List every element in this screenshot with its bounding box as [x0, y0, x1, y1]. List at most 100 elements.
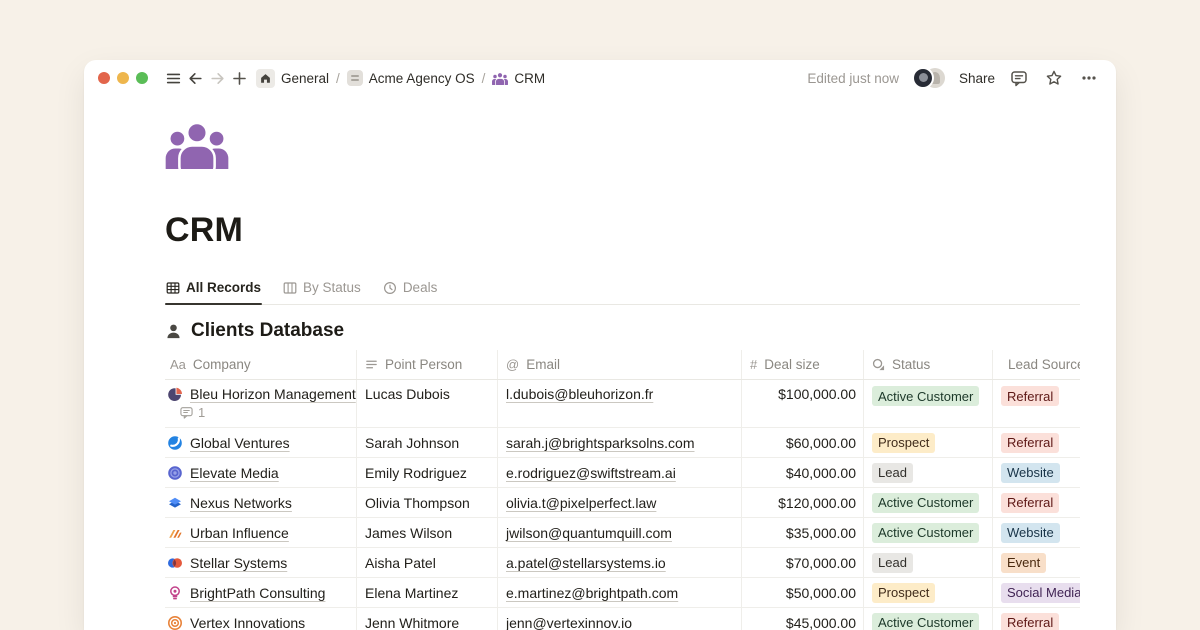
company-name[interactable]: Elevate Media	[190, 465, 279, 481]
traffic-lights	[98, 72, 148, 84]
lead-source-chip[interactable]: Website	[1001, 523, 1060, 543]
column-header-lead-source[interactable]: Lead Source	[993, 350, 1080, 379]
notion-window: General / Acme Agency OS / CRM Edited	[84, 60, 1116, 630]
table-row[interactable]: Global Ventures Sarah Johnson sarah.j@br…	[165, 428, 1080, 458]
forward-button[interactable]	[206, 67, 228, 89]
deal-size-cell[interactable]: $45,000.00	[742, 608, 864, 630]
at-icon: @	[506, 357, 519, 372]
point-person-cell[interactable]: Jenn Whitmore	[357, 608, 498, 630]
tab-all-records[interactable]: All Records	[165, 274, 262, 304]
company-name[interactable]: Global Ventures	[190, 435, 290, 451]
zoom-button[interactable]	[136, 72, 148, 84]
status-chip[interactable]: Prospect	[872, 583, 935, 603]
status-chip[interactable]: Active Customer	[872, 523, 979, 543]
lead-source-chip[interactable]: Social Media	[1001, 583, 1080, 603]
deal-size-cell[interactable]: $100,000.00	[742, 380, 864, 427]
column-header-point-person[interactable]: Point Person	[357, 350, 498, 379]
database-title[interactable]: Clients Database	[165, 320, 1080, 342]
point-person-cell[interactable]: Aisha Patel	[357, 548, 498, 577]
collaborator-avatars[interactable]	[912, 67, 946, 89]
layers-logo	[167, 495, 183, 511]
sidebar-toggle-button[interactable]	[162, 67, 184, 89]
number-icon: #	[750, 357, 757, 372]
column-header-deal-size[interactable]: # Deal size	[742, 350, 864, 379]
email-cell[interactable]: e.martinez@brightpath.com	[506, 585, 678, 601]
view-tabs: All Records By Status Deals	[165, 274, 1080, 305]
breadcrumb-item-page[interactable]: CRM	[514, 71, 545, 86]
breadcrumb-separator: /	[481, 71, 487, 86]
email-cell[interactable]: l.dubois@bleuhorizon.fr	[506, 386, 653, 402]
deal-size-cell[interactable]: $120,000.00	[742, 488, 864, 517]
lead-source-chip[interactable]: Event	[1001, 553, 1046, 573]
point-person-cell[interactable]: Elena Martinez	[357, 578, 498, 607]
email-cell[interactable]: olivia.t@pixelperfect.law	[506, 495, 656, 511]
page-title[interactable]: CRM	[165, 211, 1080, 250]
topbar-actions: Edited just now Share	[807, 67, 1100, 89]
target-logo	[167, 615, 183, 630]
status-chip[interactable]: Active Customer	[872, 386, 979, 406]
deal-size-cell[interactable]: $40,000.00	[742, 458, 864, 487]
comment-count[interactable]: 1	[180, 405, 205, 420]
lead-source-chip[interactable]: Referral	[1001, 613, 1059, 630]
company-name[interactable]: BrightPath Consulting	[190, 585, 325, 601]
company-name[interactable]: Nexus Networks	[190, 495, 292, 511]
status-chip[interactable]: Active Customer	[872, 613, 979, 630]
point-person-cell[interactable]: James Wilson	[357, 518, 498, 547]
email-cell[interactable]: e.rodriguez@swiftstream.ai	[506, 465, 676, 481]
table-row[interactable]: Urban Influence James Wilson jwilson@qua…	[165, 518, 1080, 548]
favorite-star-icon[interactable]	[1043, 67, 1065, 89]
home-icon[interactable]	[256, 69, 275, 88]
deal-size-cell[interactable]: $60,000.00	[742, 428, 864, 457]
table-row[interactable]: Nexus Networks Olivia Thompson olivia.t@…	[165, 488, 1080, 518]
share-button[interactable]: Share	[959, 71, 995, 86]
comment-icon	[180, 406, 193, 419]
comments-icon[interactable]	[1008, 67, 1030, 89]
email-cell[interactable]: jwilson@quantumquill.com	[506, 525, 672, 541]
lead-source-chip[interactable]: Referral	[1001, 433, 1059, 453]
back-button[interactable]	[184, 67, 206, 89]
minimize-button[interactable]	[117, 72, 129, 84]
breadcrumb-item-general[interactable]: General	[281, 71, 329, 86]
lead-source-chip[interactable]: Referral	[1001, 386, 1059, 406]
column-header-company[interactable]: Aa Company	[165, 350, 357, 379]
table-row[interactable]: Vertex Innovations Jenn Whitmore jenn@ve…	[165, 608, 1080, 630]
edited-status: Edited just now	[807, 71, 899, 86]
email-cell[interactable]: jenn@vertexinnov.io	[506, 615, 632, 630]
lead-source-chip[interactable]: Website	[1001, 463, 1060, 483]
table-header: Aa Company Point Person @ Email # Deal s…	[165, 350, 1080, 380]
table-row[interactable]: Stellar Systems Aisha Patel a.patel@stel…	[165, 548, 1080, 578]
table-row[interactable]: Bleu Horizon Management 1 Lucas Dubois l…	[165, 380, 1080, 428]
status-chip[interactable]: Lead	[872, 553, 913, 573]
deal-size-cell[interactable]: $70,000.00	[742, 548, 864, 577]
tab-by-status[interactable]: By Status	[282, 274, 362, 304]
tab-deals[interactable]: Deals	[382, 274, 439, 304]
deal-size-cell[interactable]: $35,000.00	[742, 518, 864, 547]
close-button[interactable]	[98, 72, 110, 84]
new-page-button[interactable]	[228, 67, 250, 89]
workspace-icon[interactable]	[347, 70, 363, 86]
more-options-icon[interactable]	[1078, 67, 1100, 89]
lead-source-chip[interactable]: Referral	[1001, 493, 1059, 513]
table-row[interactable]: Elevate Media Emily Rodriguez e.rodrigue…	[165, 458, 1080, 488]
email-cell[interactable]: a.patel@stellarsystems.io	[506, 555, 666, 571]
deal-size-cell[interactable]: $50,000.00	[742, 578, 864, 607]
text-style-icon: Aa	[170, 357, 186, 372]
people-group-icon[interactable]	[165, 122, 229, 169]
column-header-status[interactable]: Status	[864, 350, 993, 379]
company-name[interactable]: Urban Influence	[190, 525, 289, 541]
email-cell[interactable]: sarah.j@brightsparksolns.com	[506, 435, 695, 451]
table-row[interactable]: BrightPath Consulting Elena Martinez e.m…	[165, 578, 1080, 608]
point-person-cell[interactable]: Lucas Dubois	[357, 380, 498, 427]
status-chip[interactable]: Prospect	[872, 433, 935, 453]
point-person-cell[interactable]: Emily Rodriguez	[357, 458, 498, 487]
stripes-logo	[167, 525, 183, 541]
status-chip[interactable]: Active Customer	[872, 493, 979, 513]
point-person-cell[interactable]: Sarah Johnson	[357, 428, 498, 457]
status-chip[interactable]: Lead	[872, 463, 913, 483]
company-name[interactable]: Vertex Innovations	[190, 615, 305, 630]
point-person-cell[interactable]: Olivia Thompson	[357, 488, 498, 517]
breadcrumb-item-workspace[interactable]: Acme Agency OS	[369, 71, 475, 86]
company-name[interactable]: Stellar Systems	[190, 555, 287, 571]
company-name[interactable]: Bleu Horizon Management	[190, 386, 356, 402]
column-header-email[interactable]: @ Email	[498, 350, 742, 379]
